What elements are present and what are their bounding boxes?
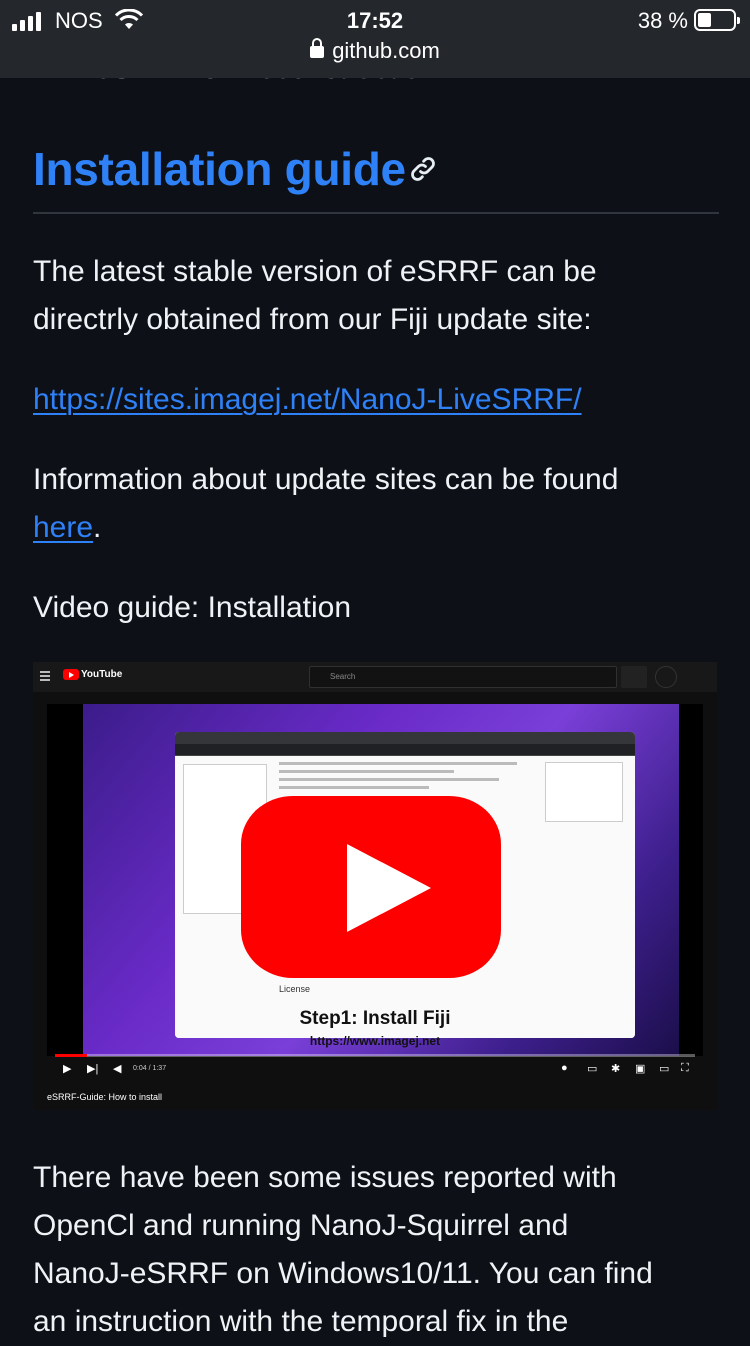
fullscreen-icon[interactable]: ⛶ [681, 1062, 689, 1075]
video-caption-title: Step1: Install Fiji [299, 1008, 451, 1029]
video-progress-bar[interactable] [55, 1054, 695, 1057]
docs-text-thumbnail [279, 762, 529, 794]
youtube-search-input[interactable]: Search [309, 666, 617, 688]
intro-line-2: directrly obtained from our Fiji update … [33, 303, 592, 336]
hamburger-menu-icon[interactable] [40, 671, 50, 683]
anchor-link-icon[interactable] [408, 154, 438, 184]
here-link[interactable]: here [33, 511, 93, 544]
microphone-icon[interactable] [655, 666, 677, 688]
video-title: eSRRF-Guide: How to install [47, 1092, 163, 1102]
search-icon[interactable] [621, 666, 647, 688]
issues-line-2: OpenCl and running NanoJ-Squirrel and [33, 1209, 569, 1242]
heading-divider [33, 212, 719, 214]
youtube-brand: YouTube [81, 669, 123, 680]
youtube-header: YouTube Search [33, 662, 717, 692]
volume-icon[interactable]: ◀ [113, 1062, 121, 1075]
url-bar[interactable]: github.com [0, 38, 750, 64]
progress-played [55, 1054, 87, 1057]
issues-line-1: There have been some issues reported wit… [33, 1161, 617, 1194]
lock-icon [310, 38, 325, 58]
video-caption-url: https://www.imagej.net [309, 1034, 441, 1048]
info-period: . [93, 511, 102, 544]
time-display: 0:04 / 1:37 [133, 1065, 167, 1072]
status-bar: NOS 17:52 38 % [0, 0, 750, 42]
miniplayer-icon[interactable]: ▣ [635, 1062, 645, 1075]
heading-text: Installation guide [33, 143, 406, 195]
issues-line-3: NanoJ-eSRRF on Windows10/11. You can fin… [33, 1257, 653, 1290]
battery-percent: 38 % [637, 8, 688, 33]
license-label: License [279, 984, 311, 994]
video-embed[interactable]: YouTube Search License Step1: Install Fi… [33, 662, 717, 1110]
subtitles-icon[interactable]: ▭ [587, 1062, 597, 1075]
intro-paragraph: The latest stable version of eSRRF can b… [33, 248, 719, 344]
search-placeholder: Search [330, 672, 356, 681]
info-paragraph: Information about update sites can be fo… [33, 456, 719, 552]
page-contents-thumbnail [545, 762, 623, 822]
issues-line-4: an instruction with the temporal fix in … [33, 1305, 569, 1338]
issues-paragraph: There have been some issues reported wit… [33, 1154, 719, 1346]
update-site-link[interactable]: https://sites.imagej.net/NanoJ-LiveSRRF/ [33, 383, 582, 416]
battery-icon [694, 9, 740, 31]
autoplay-toggle-icon[interactable]: ● [561, 1062, 568, 1074]
section-heading: Installation guide [33, 142, 438, 196]
youtube-play-button-icon[interactable] [241, 796, 501, 978]
theater-mode-icon[interactable]: ▭ [659, 1062, 669, 1075]
settings-gear-icon[interactable]: ✱ [611, 1062, 620, 1075]
next-icon[interactable]: ▶| [87, 1062, 98, 1075]
intro-line-1: The latest stable version of eSRRF can b… [33, 255, 597, 288]
play-icon[interactable]: ▶ [63, 1062, 71, 1075]
video-guide-label: Video guide: Installation [33, 591, 352, 624]
url-text: github.com [332, 38, 440, 63]
browser-top-bar: NOS 17:52 38 % github.com [0, 0, 750, 78]
youtube-logo-icon [63, 669, 79, 680]
video-controls: ▶ ▶| ◀ 0:04 / 1:37 ● ▭ ✱ ▣ ▭ ⛶ [55, 1060, 695, 1080]
update-site-paragraph: https://sites.imagej.net/NanoJ-LiveSRRF/ [33, 376, 719, 424]
info-line-1: Information about update sites can be fo… [33, 463, 619, 496]
